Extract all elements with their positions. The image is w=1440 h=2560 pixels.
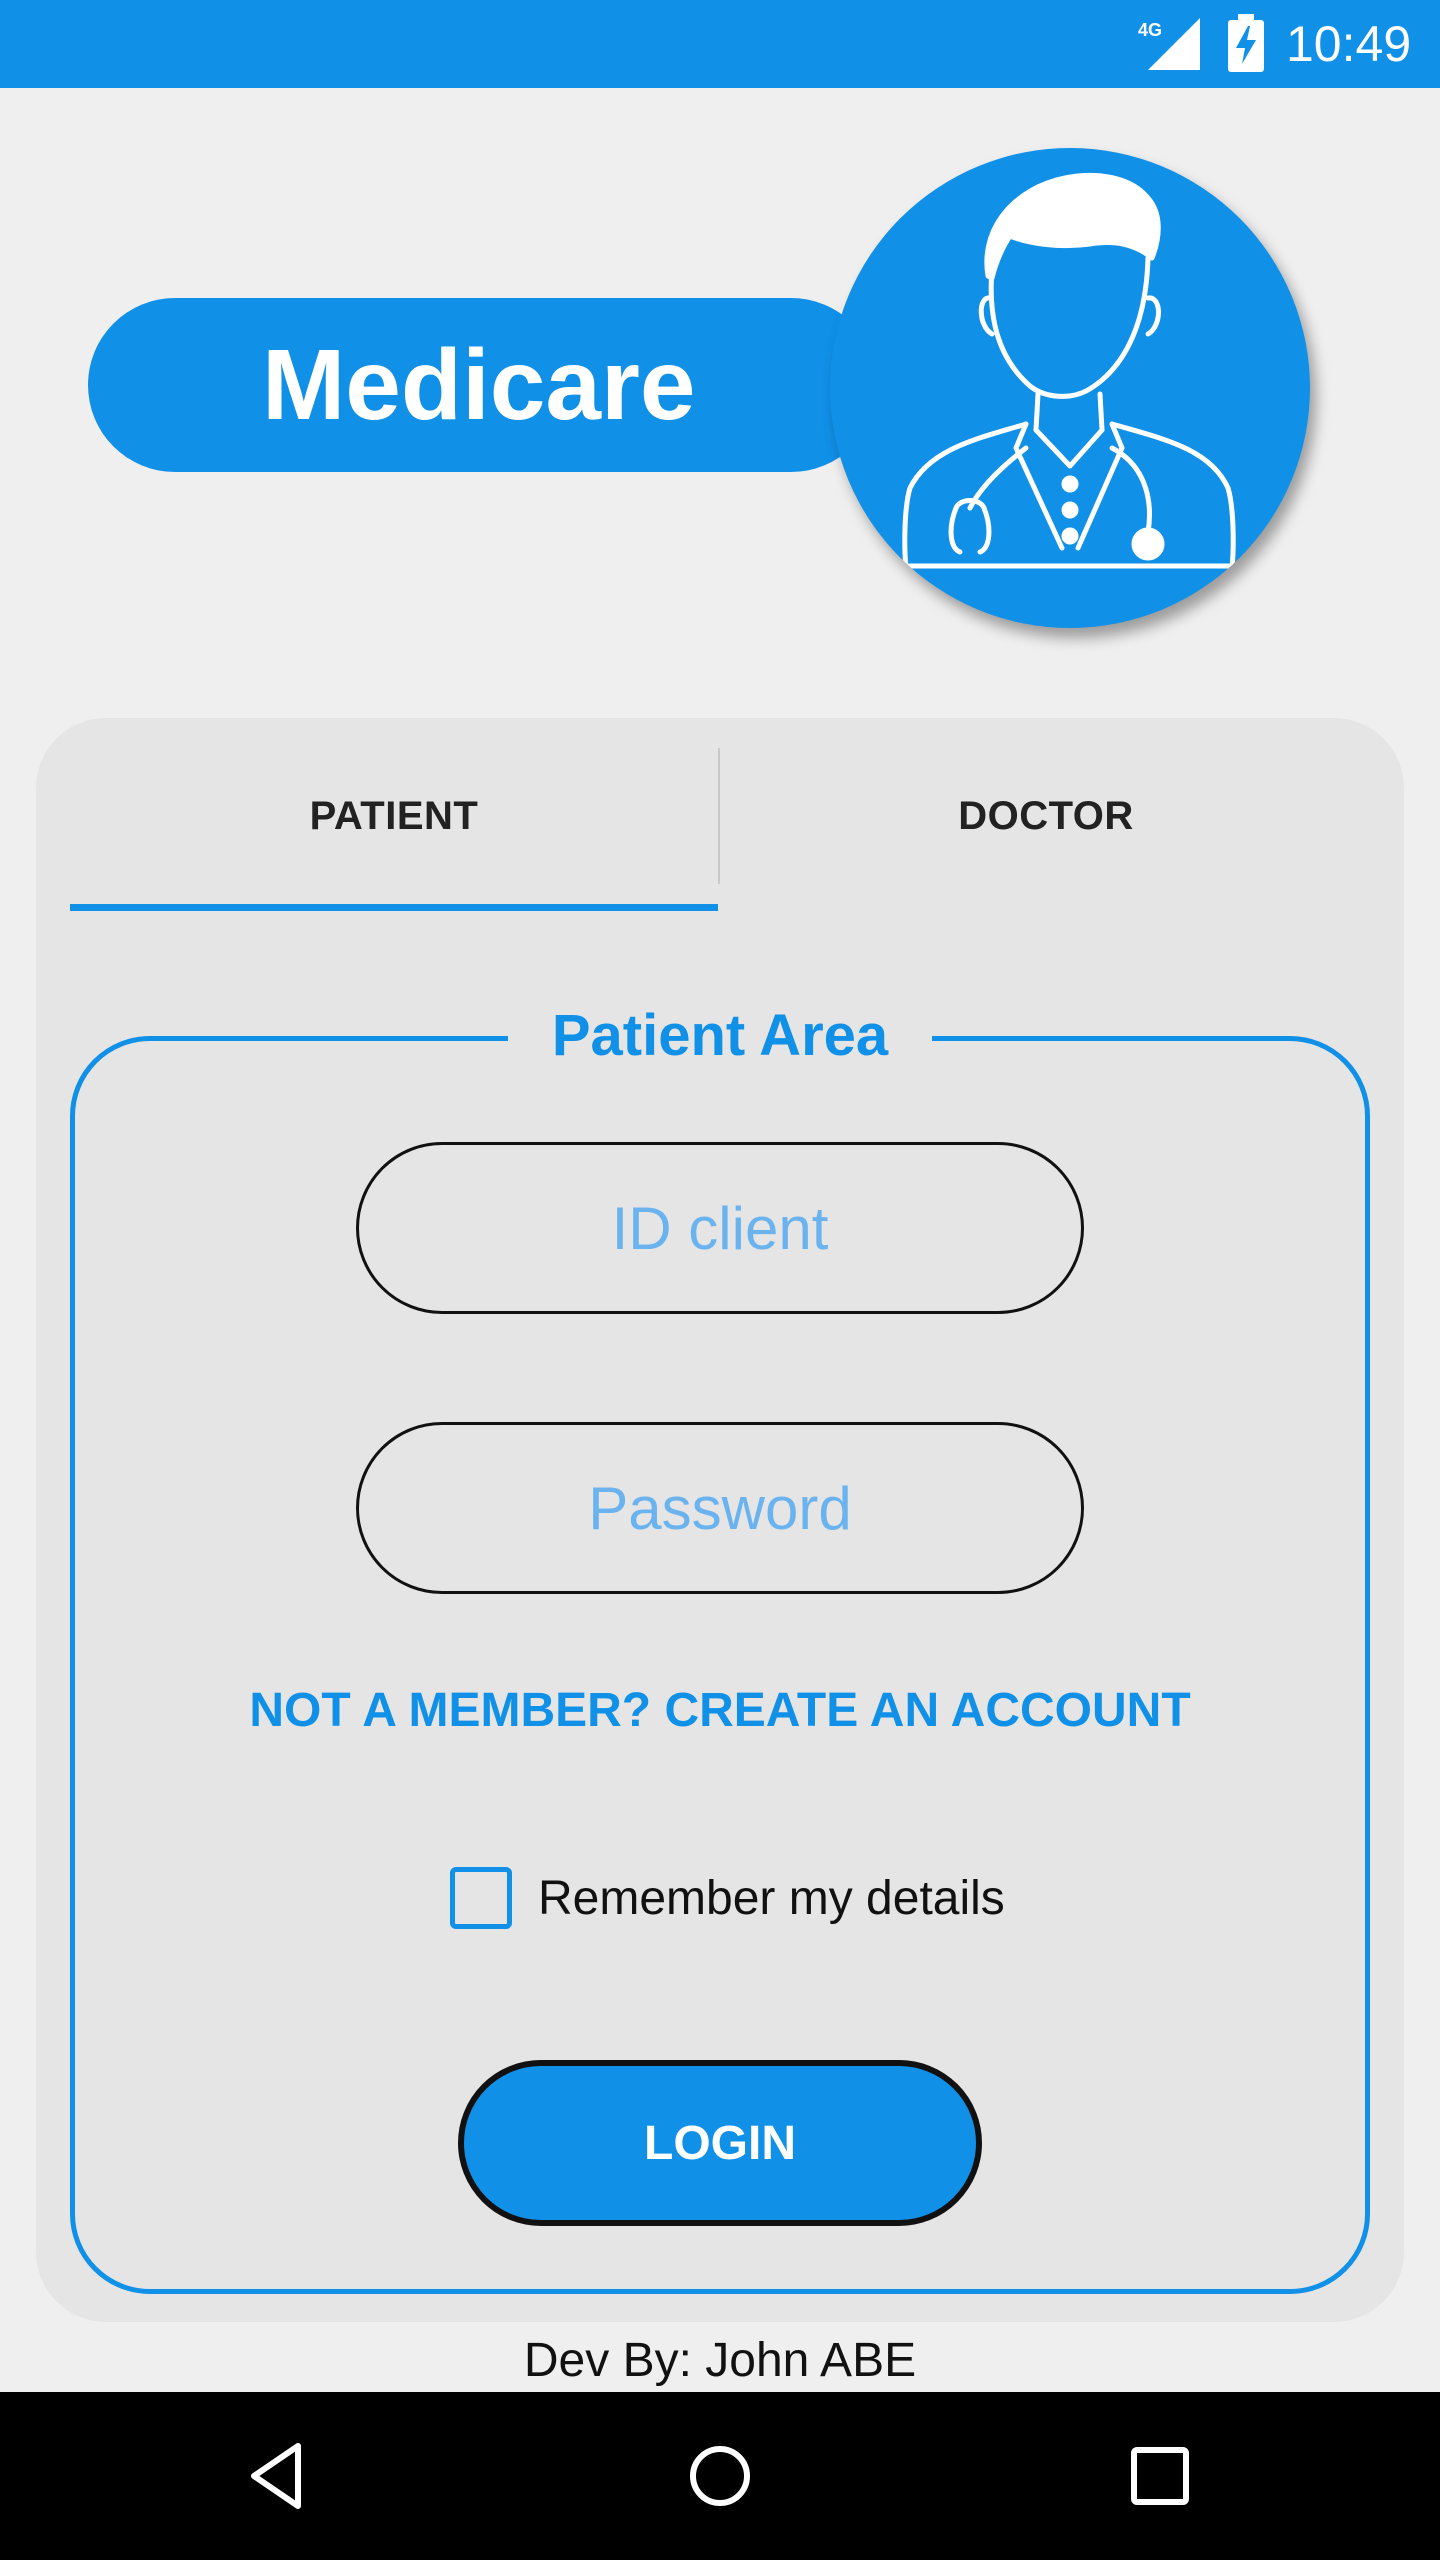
network-type: 4G	[1138, 20, 1162, 40]
home-icon[interactable]	[680, 2436, 760, 2516]
tab-indicator	[70, 904, 718, 911]
remember-label: Remember my details	[538, 1871, 1005, 1925]
remember-row: Remember my details	[450, 1864, 1005, 1932]
battery-charging-icon	[1228, 14, 1264, 72]
password-input[interactable]	[356, 1422, 1084, 1594]
signal-icon: 4G	[1138, 18, 1200, 70]
tab-divider	[718, 748, 720, 884]
login-button[interactable]: LOGIN	[458, 2060, 982, 2226]
remember-checkbox[interactable]	[450, 1867, 512, 1929]
status-bar: 4G 10:49	[0, 0, 1440, 88]
login-card: PATIENT DOCTOR Patient Area NOT A MEMBER…	[36, 718, 1404, 2322]
app-title: Medicare	[262, 329, 696, 441]
back-icon[interactable]	[240, 2436, 320, 2516]
id-client-input[interactable]	[356, 1142, 1084, 1314]
dev-credit: Dev By: John ABE	[523, 2334, 917, 2387]
status-time: 10:49	[1286, 16, 1412, 72]
doctor-icon	[830, 148, 1310, 628]
patient-area-title: Patient Area	[508, 990, 932, 1080]
tab-doctor[interactable]: DOCTOR	[722, 718, 1370, 914]
navigation-bar	[0, 2392, 1440, 2560]
create-account-link[interactable]: NOT A MEMBER? CREATE AN ACCOUNT	[36, 1676, 1404, 1746]
recent-apps-icon[interactable]	[1120, 2436, 1200, 2516]
tab-patient[interactable]: PATIENT	[70, 718, 718, 914]
